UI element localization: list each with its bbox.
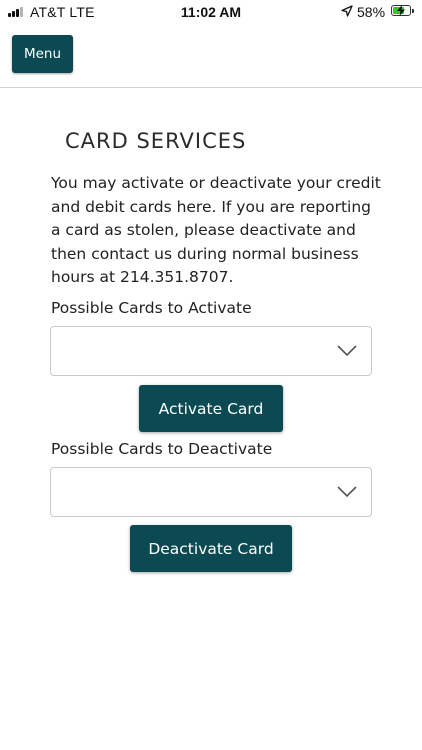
activate-card-select[interactable] (50, 326, 372, 376)
battery-percent: 58% (357, 4, 386, 20)
battery-charging-icon (391, 5, 414, 16)
chevron-down-icon (337, 345, 357, 357)
intro-text: You may activate or deactivate your cred… (51, 174, 381, 286)
deactivate-card-select[interactable] (50, 467, 372, 517)
page-title: CARD SERVICES (65, 129, 247, 153)
status-bar: AT&T LTE 11:02 AM 58% (0, 0, 422, 24)
header-divider (0, 87, 422, 88)
activate-card-button[interactable]: Activate Card (139, 385, 283, 432)
deactivate-card-button[interactable]: Deactivate Card (130, 525, 292, 572)
activate-cards-label: Possible Cards to Activate (51, 299, 252, 317)
deactivate-cards-label: Possible Cards to Deactivate (51, 440, 273, 458)
location-arrow-icon (341, 5, 353, 17)
menu-button[interactable]: Menu (12, 35, 73, 73)
chevron-down-icon (337, 486, 357, 498)
